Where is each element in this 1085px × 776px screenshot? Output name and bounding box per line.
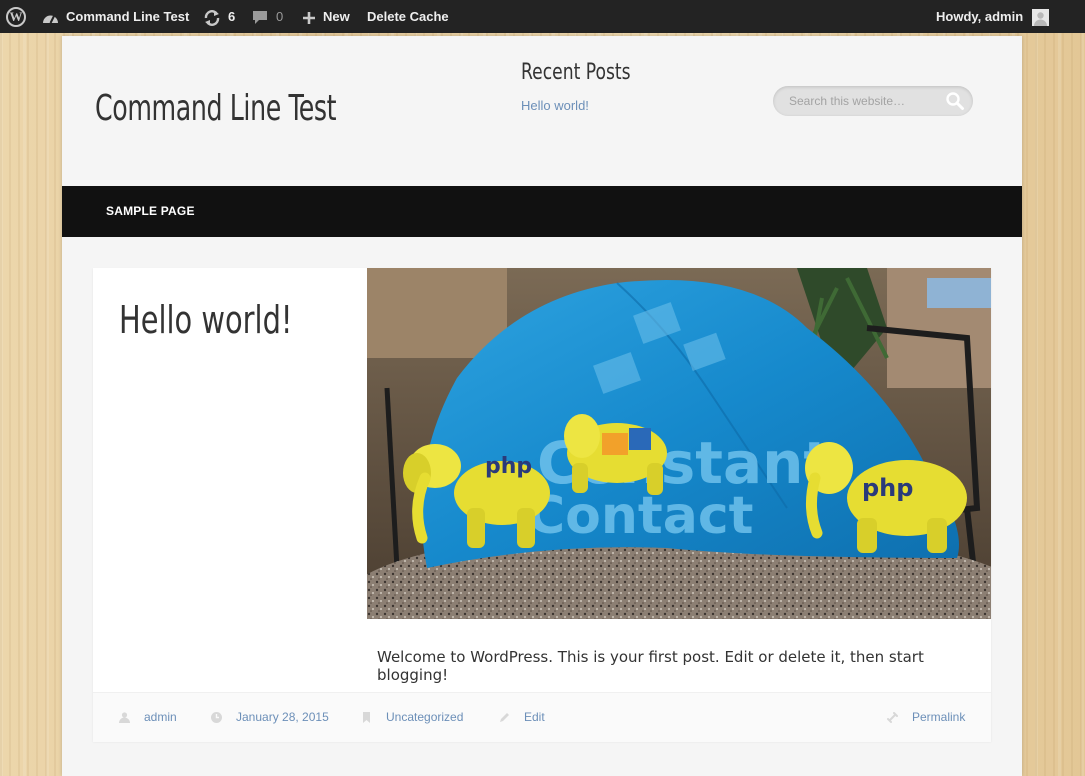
featured-image-illustration: Constant Contact php php xyxy=(367,268,991,619)
towel-lettering-2: Contact xyxy=(527,486,754,546)
site-container: Command Line Test Recent Posts Hello wor… xyxy=(62,36,1022,776)
svg-text:php: php xyxy=(862,474,913,502)
site-name-menu[interactable]: Command Line Test xyxy=(42,0,189,33)
admin-bar: W Command Line Test 6 0 New Delete Cache… xyxy=(0,0,1085,33)
search-input[interactable] xyxy=(773,86,949,116)
post-author: admin xyxy=(144,710,177,724)
primary-nav: SAMPLE PAGE xyxy=(62,186,1022,237)
post-category-link[interactable]: Uncategorized xyxy=(361,693,463,742)
post-date-link[interactable]: January 28, 2015 xyxy=(211,693,329,742)
new-content-button[interactable]: New xyxy=(302,0,350,33)
delete-cache-button[interactable]: Delete Cache xyxy=(367,0,449,33)
search-icon[interactable] xyxy=(945,91,965,111)
post-featured-image[interactable]: Constant Contact php php xyxy=(367,268,991,619)
recent-post-link[interactable]: Hello world! xyxy=(521,98,589,113)
recent-posts-title: Recent Posts xyxy=(521,60,631,85)
search-box xyxy=(773,86,973,116)
post-category: Uncategorized xyxy=(386,710,464,724)
new-label: New xyxy=(323,9,350,24)
pencil-icon xyxy=(500,713,509,723)
post-content: Welcome to WordPress. This is your first… xyxy=(377,648,924,684)
post-permalink[interactable]: Permalink xyxy=(887,693,965,742)
avatar-icon xyxy=(1031,9,1049,27)
comments-count: 0 xyxy=(276,9,284,24)
site-name-label: Command Line Test xyxy=(66,9,190,24)
updates-button[interactable]: 6 xyxy=(203,0,235,33)
post-permalink-label: Permalink xyxy=(912,710,966,724)
plus-icon xyxy=(303,11,315,24)
link-icon xyxy=(887,712,898,724)
dashboard-icon xyxy=(43,15,58,24)
wordpress-logo-icon[interactable]: W xyxy=(6,7,26,27)
clock-icon xyxy=(211,712,222,724)
comment-icon xyxy=(253,11,267,25)
site-title[interactable]: Command Line Test xyxy=(95,88,337,129)
post-edit-link[interactable]: Edit xyxy=(499,693,545,742)
howdy-label: Howdy, admin xyxy=(936,9,1024,24)
my-account-menu[interactable]: Howdy, admin xyxy=(936,0,1049,33)
bookmark-icon xyxy=(363,712,370,724)
nav-item-sample-page[interactable]: SAMPLE PAGE xyxy=(106,186,195,237)
post-meta: admin January 28, 2015 Uncategorized Edi… xyxy=(93,692,991,742)
updates-icon xyxy=(204,9,220,26)
post-date: January 28, 2015 xyxy=(236,710,329,724)
comments-button[interactable]: 0 xyxy=(252,0,283,33)
post-author-link[interactable]: admin xyxy=(119,693,177,742)
delete-cache-label: Delete Cache xyxy=(367,9,449,24)
post-card: Hello world! Constant Contact php php We… xyxy=(93,268,991,742)
svg-text:php: php xyxy=(485,454,532,479)
user-icon xyxy=(119,712,130,724)
updates-count: 6 xyxy=(228,9,236,24)
post-edit: Edit xyxy=(524,710,545,724)
post-title[interactable]: Hello world! xyxy=(119,298,292,342)
